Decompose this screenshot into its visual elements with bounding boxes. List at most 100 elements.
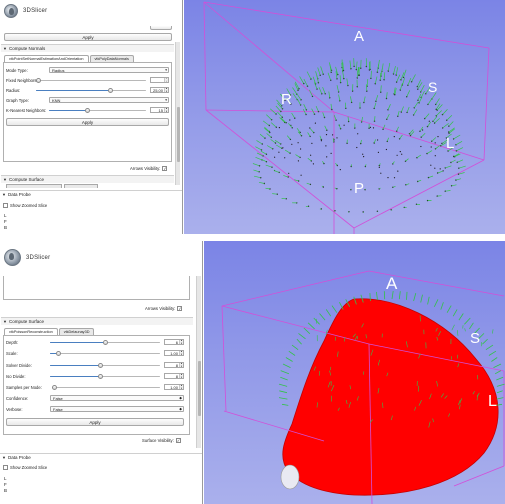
point: [289, 119, 291, 121]
confidence-combo[interactable]: False ◆: [50, 395, 184, 401]
compute-normals-header[interactable]: ▼ Compute Normals: [1, 44, 174, 52]
normal-arrow: [406, 291, 408, 300]
normal-arrow: [450, 159, 456, 163]
normal-arrow: [452, 309, 458, 317]
tab-polydata-normals[interactable]: vtkPolyDataNormals: [89, 55, 134, 62]
solver-divide-spinbox[interactable]: 8 ▴ ▾: [164, 362, 184, 368]
spin-arrows-icon[interactable]: ▴ ▾: [164, 87, 168, 92]
bottom-panel-scrollbar[interactable]: [196, 276, 201, 448]
k-nearest-spinbox[interactable]: 15 ▴ ▾: [150, 107, 169, 113]
top-3d-view[interactable]: A R S L P: [184, 0, 505, 234]
verbose-combo[interactable]: False ◆: [50, 406, 184, 412]
surface-visibility-checkbox[interactable]: Surface Visibility: ✓: [142, 438, 181, 443]
slider-handle[interactable]: [98, 373, 104, 379]
spin-arrows-icon[interactable]: ▴ ▾: [179, 384, 183, 389]
normal-arrow: [333, 114, 337, 121]
graph-type-combo[interactable]: KNN ▾: [49, 97, 169, 103]
point: [422, 129, 424, 131]
normal-arrow: [431, 137, 437, 142]
tab-point-set-normal-estimation[interactable]: vtkPointSetNormalEstimationAndOrientatio…: [4, 55, 89, 62]
point: [343, 124, 345, 126]
normal-arrow: [306, 182, 311, 185]
fixed-neighbors-spinbox[interactable]: ▴ ▾: [150, 77, 169, 83]
compute-surface-header[interactable]: ▼ Compute Surface: [1, 175, 174, 183]
normal-arrow: [335, 162, 338, 166]
solver-divide-slider[interactable]: [50, 362, 160, 368]
iso-divide-spinbox[interactable]: 8 ▴ ▾: [164, 373, 184, 379]
spin-arrows-icon[interactable]: ▴ ▾: [179, 339, 183, 344]
iso-divide-slider[interactable]: [50, 373, 160, 379]
scale-spinbox[interactable]: 1.00 ▴ ▾: [164, 350, 184, 356]
axis-label-s: S: [428, 79, 437, 95]
slider-handle[interactable]: [85, 107, 91, 113]
spin-arrows-icon[interactable]: ▴ ▾: [164, 107, 168, 112]
normal-arrow: [325, 309, 332, 317]
collapse-triangle-icon: ▼: [3, 46, 7, 51]
normal-arrow: [291, 344, 299, 351]
spin-arrows-icon[interactable]: ▴ ▾: [179, 373, 183, 378]
depth-slider[interactable]: [50, 339, 160, 345]
apply-normals-button[interactable]: Apply: [6, 118, 169, 126]
slider-handle[interactable]: [36, 77, 41, 83]
checkbox-box[interactable]: ✓: [162, 166, 168, 171]
apply-surface-button[interactable]: Apply: [6, 418, 184, 426]
k-nearest-slider[interactable]: [49, 107, 146, 113]
point: [314, 122, 316, 124]
combo-arrow-icon: ▾: [165, 68, 167, 72]
depth-spinbox[interactable]: 6 ▴ ▾: [164, 339, 184, 345]
tab-poisson-reconstruction[interactable]: vtkPoissonReconstruction: [4, 328, 58, 335]
slider-handle[interactable]: [108, 87, 114, 93]
bounding-box-edge: [333, 111, 485, 161]
checkbox-box[interactable]: [3, 465, 8, 470]
samples-per-node-slider[interactable]: [52, 384, 160, 390]
normal-arrow: [446, 305, 452, 313]
radius-slider[interactable]: [36, 87, 146, 93]
scrollbar-thumb[interactable]: [197, 361, 201, 416]
scale-slider[interactable]: [50, 350, 160, 356]
mode-type-combo[interactable]: Radius ▾: [49, 67, 169, 73]
axis-label-p: P: [354, 180, 364, 197]
normal-arrow: [417, 179, 422, 182]
slider-handle[interactable]: [98, 362, 104, 368]
normal-arrow: [433, 299, 439, 307]
spin-arrows-icon[interactable]: ▴ ▾: [179, 362, 183, 367]
point: [300, 174, 302, 176]
slider-handle[interactable]: [102, 339, 108, 345]
fixed-neighbors-slider[interactable]: [36, 77, 146, 83]
normal-arrow: [286, 135, 291, 140]
normal-arrow: [379, 187, 381, 190]
compute-surface-header[interactable]: ▼ Compute Surface: [1, 317, 193, 325]
spin-arrows-icon[interactable]: ▴ ▾: [179, 350, 183, 355]
arrows-visibility-checkbox[interactable]: Arrows Visibility: ✓: [145, 306, 183, 311]
normal-arrow: [402, 77, 406, 86]
scrollbar-thumb[interactable]: [176, 107, 180, 162]
normal-arrow: [469, 322, 474, 330]
show-zoomed-slice-checkbox[interactable]: Show Zoomed Slice: [3, 465, 47, 470]
samples-per-node-spinbox[interactable]: 1.00 ▴ ▾: [164, 384, 184, 390]
view-separator: [0, 234, 505, 241]
slider-handle[interactable]: [52, 384, 57, 390]
slicer-logo-text: 3DSlicer: [26, 254, 51, 261]
show-zoomed-slice-checkbox[interactable]: Show Zoomed Slice: [3, 203, 47, 208]
bottom-3d-view[interactable]: A S L: [204, 241, 505, 504]
checkbox-box[interactable]: ✓: [175, 438, 181, 443]
normal-arrow: [319, 135, 322, 140]
checkbox-box[interactable]: ✓: [177, 306, 183, 311]
scale-label: Scale:: [6, 351, 18, 356]
apply-button-top[interactable]: Apply: [4, 33, 172, 41]
slider-handle[interactable]: [56, 350, 62, 356]
checkbox-box[interactable]: [3, 203, 8, 208]
tab-delaunay-3d[interactable]: vtkDelaunay3D: [58, 328, 95, 335]
normal-arrow: [445, 190, 451, 192]
spin-arrows-icon[interactable]: ▴ ▾: [164, 77, 168, 82]
normal-arrow: [377, 59, 380, 69]
normal-arrow: [491, 357, 498, 362]
arrows-visibility-checkbox[interactable]: Arrows Visibility: ✓: [130, 166, 168, 171]
radius-spinbox[interactable]: 25.00 ▴ ▾: [150, 87, 169, 93]
k-nearest-label: K-Nearest Neighbors:: [6, 108, 47, 113]
normal-arrow: [307, 132, 311, 137]
normal-arrow: [398, 291, 401, 300]
data-probe-header[interactable]: ▼ Data Probe: [0, 453, 202, 461]
data-probe-header[interactable]: ▼ Data Probe: [0, 190, 182, 198]
top-panel-scrollbar[interactable]: [175, 42, 180, 185]
